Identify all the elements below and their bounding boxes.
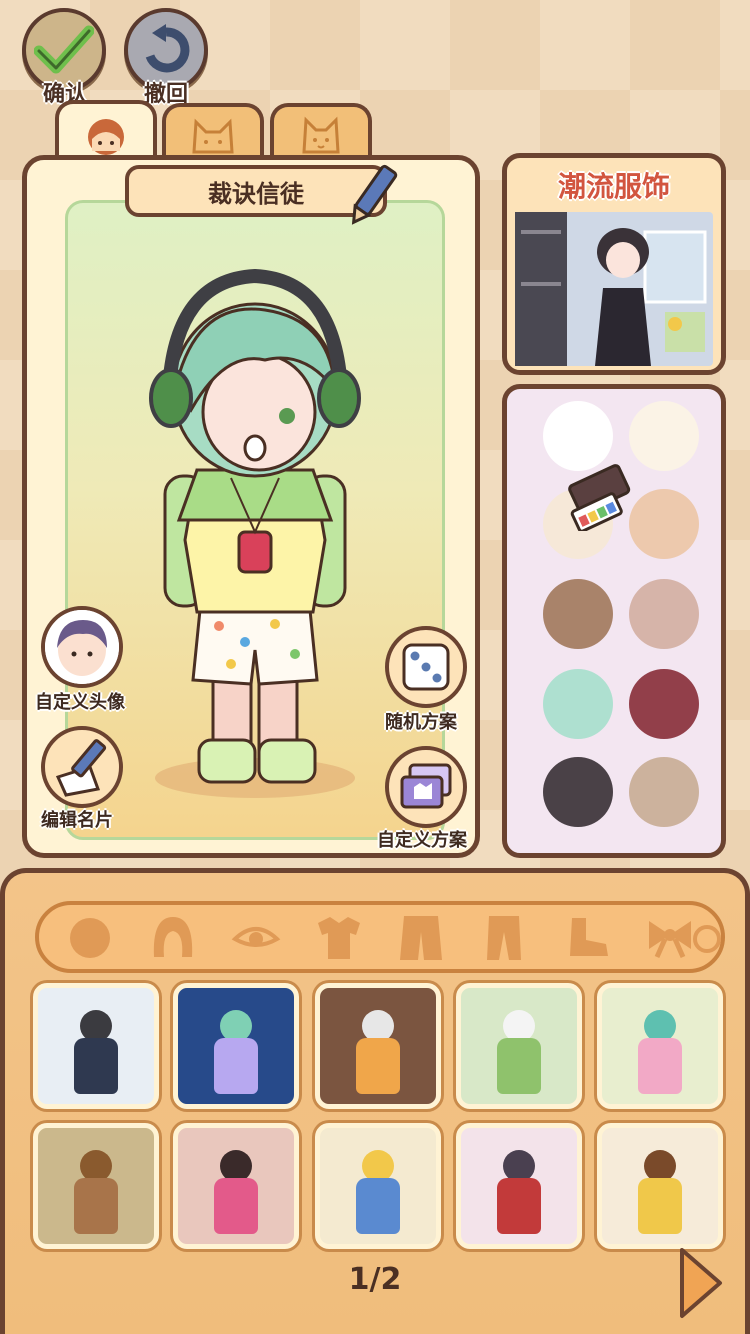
category-bar: [35, 901, 725, 973]
face-category-icon[interactable]: [62, 911, 118, 963]
eye-category-icon[interactable]: [228, 911, 284, 963]
custom-plan-label: 自定义方案: [377, 830, 467, 851]
avatar-icon: [45, 610, 119, 684]
random-plan-button[interactable]: [385, 626, 467, 708]
color-swatch[interactable]: [629, 579, 699, 649]
color-swatch[interactable]: [629, 757, 699, 827]
outfit-thumbnail[interactable]: [597, 1123, 723, 1249]
color-swatch[interactable]: [543, 757, 613, 827]
character-preview-panel: 裁诀信徒 自定义头像 编辑名片 随机方案 自定义方案: [22, 155, 480, 858]
fashion-shop-card[interactable]: 潮流服饰: [502, 153, 726, 375]
outfit-thumbnail[interactable]: [456, 983, 582, 1109]
top-category-icon[interactable]: [311, 911, 367, 963]
outfit-thumbnail[interactable]: [33, 1123, 159, 1249]
edit-card-icon: [55, 739, 107, 797]
color-swatch[interactable]: [543, 669, 613, 739]
outfit-thumbnail[interactable]: [173, 1123, 299, 1249]
shop-title: 潮流服饰: [557, 170, 670, 203]
rainbow-brush-icon: [568, 464, 631, 531]
undo-icon: [145, 24, 190, 73]
hair-category-icon[interactable]: [145, 911, 201, 963]
outfit-thumbnail[interactable]: [315, 1123, 441, 1249]
next-page-arrow-icon[interactable]: [676, 1246, 724, 1320]
character-head-icon: [88, 119, 124, 155]
page-indicator: 1/2: [348, 1262, 402, 1297]
cat-icon: [192, 118, 234, 154]
outfit-thumbnail[interactable]: [33, 983, 159, 1109]
shoes-category-icon[interactable]: [559, 911, 615, 963]
bottom-category-icon[interactable]: [476, 911, 532, 963]
color-palette: [502, 384, 726, 858]
character-figure: [149, 268, 361, 798]
pencil-edit-icon[interactable]: [345, 162, 399, 230]
edit-card-label: 编辑名片: [41, 810, 113, 831]
custom-avatar-button[interactable]: [41, 606, 123, 688]
outerwear-category-icon[interactable]: [393, 911, 449, 963]
cards-icon: [400, 763, 452, 809]
dice-icon: [402, 643, 450, 691]
outfit-thumbnail[interactable]: [173, 983, 299, 1109]
outfit-thumbnail[interactable]: [456, 1123, 582, 1249]
character-name: 裁诀信徒: [208, 179, 304, 208]
more-categories-icon[interactable]: [693, 917, 721, 961]
shop-preview-image: [515, 212, 713, 366]
edit-card-button[interactable]: [41, 726, 123, 808]
custom-avatar-label: 自定义头像: [35, 692, 125, 713]
color-swatch[interactable]: [543, 579, 613, 649]
accessory-category-icon[interactable]: [642, 911, 698, 963]
random-plan-label: 随机方案: [385, 712, 457, 733]
dog-icon: [302, 116, 340, 154]
outfit-thumbnail[interactable]: [597, 983, 723, 1109]
color-swatch[interactable]: [629, 669, 699, 739]
check-icon: [34, 25, 94, 74]
outfit-thumbnail[interactable]: [315, 983, 441, 1109]
custom-plan-button[interactable]: [385, 746, 467, 828]
